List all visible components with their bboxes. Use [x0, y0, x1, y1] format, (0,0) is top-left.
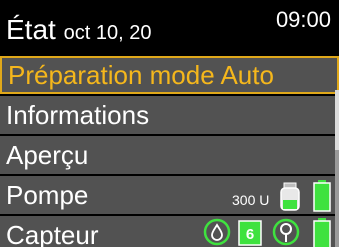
menu-item-auto-mode-readiness[interactable]: Préparation mode Auto [0, 56, 339, 94]
sensor-connection-icon [272, 218, 300, 247]
menu-item-information[interactable]: Informations [0, 96, 339, 134]
reservoir-icon [278, 182, 304, 217]
calibration-icon: 6 [238, 220, 262, 247]
menu-item-sensor[interactable]: Capteur 6 [0, 216, 339, 247]
scrollbar-thumb[interactable] [335, 90, 339, 150]
menu-item-label: Informations [6, 100, 150, 130]
header-time: 09:00 [275, 7, 331, 32]
menu-item-overview[interactable]: Aperçu [0, 136, 339, 174]
glucose-drop-icon [203, 218, 231, 247]
pump-screen: État oct 10, 20 09:00 Préparation mode A… [0, 0, 339, 247]
page-title: État oct 10, 20 [6, 14, 151, 49]
menu-item-label: Pompe [6, 180, 89, 210]
status-header: État oct 10, 20 09:00 [0, 0, 339, 52]
menu-item-label: Aperçu [6, 140, 89, 170]
menu-item-label: Préparation mode Auto [8, 60, 274, 90]
reservoir-amount: 300 U [232, 192, 270, 208]
header-date: oct 10, 20 [63, 22, 152, 44]
menu-item-pump[interactable]: Pompe 300 U [0, 176, 339, 214]
header-title-text: État [6, 14, 56, 45]
menu-item-label: Capteur [6, 220, 99, 247]
calibration-days: 6 [246, 226, 254, 243]
sensor-battery-icon [312, 218, 332, 247]
pump-battery-icon [312, 180, 332, 217]
